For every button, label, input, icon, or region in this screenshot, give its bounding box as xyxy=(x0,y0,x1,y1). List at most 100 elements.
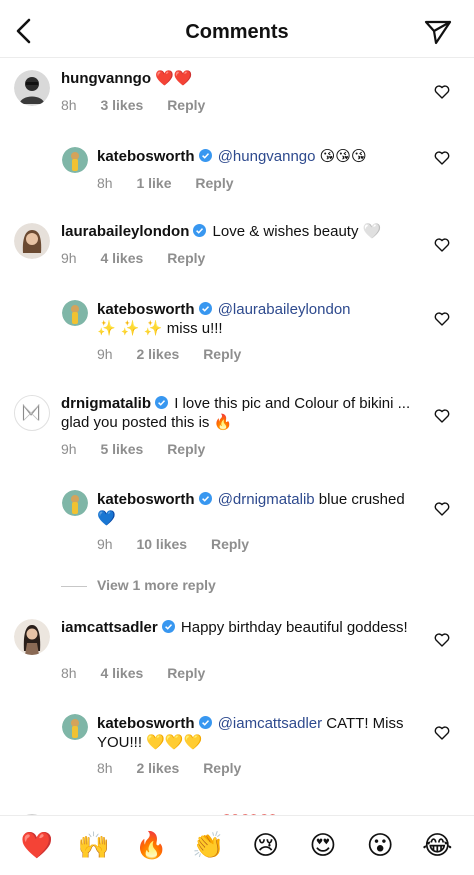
comment-text: katebosworth @hungvanngo 😘😘😘 xyxy=(97,147,413,166)
timestamp: 9h xyxy=(97,536,113,552)
avatar[interactable] xyxy=(14,619,50,655)
comment-text: laurabaileylondon Love & wishes beauty 🤍 xyxy=(61,222,413,241)
quick-emoji-bar: ❤️ 🙌 🔥 👏 😢 😍 😮 😂 xyxy=(0,815,474,875)
comment-meta: 8h 2 likes Reply xyxy=(97,760,261,776)
verified-badge-icon xyxy=(198,492,212,505)
username[interactable]: iamcattsadler xyxy=(61,619,158,636)
likes-count[interactable]: 2 likes xyxy=(136,346,179,362)
fire-emoji-button[interactable]: 🔥 xyxy=(131,826,171,866)
timestamp: 8h xyxy=(61,665,77,681)
avatar[interactable] xyxy=(14,70,50,106)
reply-item: katebosworth @hungvanngo 😘😘😘 8h 1 like R… xyxy=(0,147,474,207)
timestamp: 8h xyxy=(61,97,77,113)
comment-text: hungvanngo ❤️❤️ xyxy=(61,69,413,88)
comment-text: drnigmatalib I love this pic and Colour … xyxy=(61,394,413,432)
comment-text: iamcattsadler Happy birthday beautiful g… xyxy=(61,618,413,637)
likes-count[interactable]: 3 likes xyxy=(100,97,143,113)
avatar[interactable] xyxy=(14,223,50,259)
comment-text: katebosworth @laurabaileylondon ✨ ✨ ✨ mi… xyxy=(97,300,413,338)
username[interactable]: katebosworth xyxy=(97,715,195,732)
comment-emoji: 💛💛💛 xyxy=(146,733,203,751)
laughing-tears-emoji-button[interactable]: 😂 xyxy=(417,826,457,866)
avatar[interactable] xyxy=(62,147,88,173)
reply-button[interactable]: Reply xyxy=(167,665,205,681)
surprised-face-emoji-button[interactable]: 😮 xyxy=(360,826,400,866)
paper-plane-icon[interactable] xyxy=(424,19,452,45)
like-heart-icon[interactable] xyxy=(434,151,450,165)
raising-hands-emoji-button[interactable]: 🙌 xyxy=(74,826,114,866)
view-more-label: View 1 more reply xyxy=(97,577,216,593)
reply-button[interactable]: Reply xyxy=(211,536,249,552)
reply-button[interactable]: Reply xyxy=(167,97,205,113)
comment-emoji: 🤍 xyxy=(362,222,382,240)
verified-badge-icon xyxy=(161,620,175,633)
comment-body: blue crushed xyxy=(318,491,405,508)
like-heart-icon[interactable] xyxy=(434,85,450,99)
view-more-replies[interactable]: View 1 more reply xyxy=(61,577,216,593)
comment-item: iamcattsadler Happy birthday beautiful g… xyxy=(0,607,474,687)
reply-item: katebosworth @laurabaileylondon ✨ ✨ ✨ mi… xyxy=(0,300,474,370)
username[interactable]: drnigmatalib xyxy=(61,395,151,412)
avatar[interactable] xyxy=(14,395,50,431)
reply-button[interactable]: Reply xyxy=(195,175,233,191)
comment-meta: 8h 3 likes Reply xyxy=(61,97,225,113)
username[interactable]: laurabaileylondon xyxy=(61,223,189,240)
timestamp: 9h xyxy=(97,346,113,362)
reply-button[interactable]: Reply xyxy=(203,760,241,776)
comment-meta: 9h 4 likes Reply xyxy=(61,250,225,266)
comment-emoji: 💙 xyxy=(97,509,116,527)
username[interactable]: katebosworth xyxy=(97,491,195,508)
verified-badge-icon xyxy=(155,396,169,409)
comment-item: hungvanngo ❤️❤️ 8h 3 likes Reply xyxy=(0,58,474,130)
like-heart-icon[interactable] xyxy=(434,633,450,647)
comment-item: laurabaileylondon Love & wishes beauty 🤍… xyxy=(0,211,474,283)
username[interactable]: katebosworth xyxy=(97,301,195,318)
avatar[interactable] xyxy=(62,300,88,326)
likes-count[interactable]: 10 likes xyxy=(136,536,187,552)
likes-count[interactable]: 4 likes xyxy=(100,665,143,681)
mention-link[interactable]: @drnigmatalib xyxy=(218,491,315,508)
red-heart-emoji-button[interactable]: ❤️ xyxy=(17,826,57,866)
verified-badge-icon xyxy=(198,716,212,729)
comment-meta: 9h 10 likes Reply xyxy=(97,536,269,552)
heart-eyes-emoji-button[interactable]: 😍 xyxy=(303,826,343,866)
like-heart-icon[interactable] xyxy=(434,409,450,423)
header-bar: Comments xyxy=(0,0,474,58)
comment-emoji: ❤️❤️ xyxy=(155,69,193,87)
like-heart-icon[interactable] xyxy=(434,502,450,516)
mention-link[interactable]: @iamcattsadler xyxy=(218,715,322,732)
verified-badge-icon xyxy=(198,149,212,162)
comment-item: drnigmatalib I love this pic and Colour … xyxy=(0,383,474,463)
mention-link[interactable]: @hungvanngo xyxy=(218,148,316,165)
comments-list[interactable]: hungvanngo ❤️❤️ 8h 3 likes Reply katebos… xyxy=(0,58,474,815)
crying-face-emoji-button[interactable]: 😢 xyxy=(246,826,286,866)
comment-text: katebosworth @drnigmatalib blue crushed … xyxy=(97,490,413,528)
like-heart-icon[interactable] xyxy=(434,726,450,740)
comment-meta: 9h 2 likes Reply xyxy=(97,346,261,362)
likes-count[interactable]: 1 like xyxy=(136,175,171,191)
divider-line xyxy=(61,585,87,587)
likes-count[interactable]: 5 likes xyxy=(100,441,143,457)
reply-button[interactable]: Reply xyxy=(167,441,205,457)
reply-button[interactable]: Reply xyxy=(167,250,205,266)
comment-item: sarahtannomakeup ❤️❤️❤️ xyxy=(0,802,474,815)
like-heart-icon[interactable] xyxy=(434,238,450,252)
avatar[interactable] xyxy=(62,714,88,740)
comment-emoji: ✨ ✨ ✨ xyxy=(97,319,163,337)
likes-count[interactable]: 4 likes xyxy=(100,250,143,266)
username[interactable]: katebosworth xyxy=(97,148,195,165)
comment-body: miss u!!! xyxy=(166,320,223,337)
avatar[interactable] xyxy=(62,490,88,516)
mention-link[interactable]: @laurabaileylondon xyxy=(218,301,351,318)
timestamp: 9h xyxy=(61,441,77,457)
username[interactable]: hungvanngo xyxy=(61,70,151,87)
clapping-hands-emoji-button[interactable]: 👏 xyxy=(188,826,228,866)
likes-count[interactable]: 2 likes xyxy=(136,760,179,776)
comment-meta: 8h 4 likes Reply xyxy=(61,665,225,681)
like-heart-icon[interactable] xyxy=(434,312,450,326)
comment-body: Happy birthday beautiful goddess! xyxy=(180,619,408,636)
reply-button[interactable]: Reply xyxy=(203,346,241,362)
timestamp: 8h xyxy=(97,760,113,776)
reply-item: katebosworth @iamcattsadler CATT! Miss Y… xyxy=(0,714,474,786)
reply-item: katebosworth @drnigmatalib blue crushed … xyxy=(0,490,474,562)
